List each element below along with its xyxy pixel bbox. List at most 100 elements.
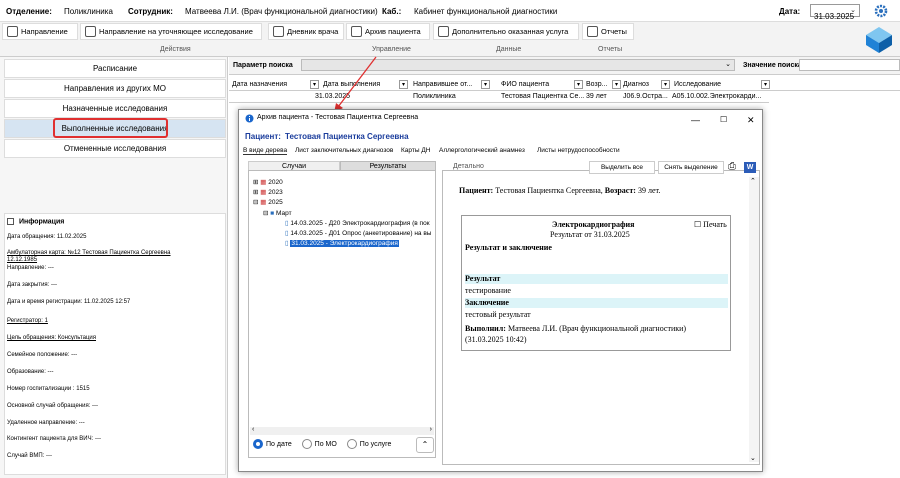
- search-value-input[interactable]: [799, 59, 900, 71]
- printer-icon[interactable]: ⎙: [728, 161, 736, 172]
- tree-node-record-selected[interactable]: ▯ 31.03.2025 - Электрокардиография: [285, 239, 399, 247]
- tab-allergy[interactable]: Аллергологический анамнез: [439, 147, 525, 154]
- col-patient-name[interactable]: ФИО пациента: [501, 81, 549, 88]
- cell-dept: Поликлиника: [413, 93, 456, 100]
- tree-node-record[interactable]: ▯ 14.03.2025 - Д20 Электрокардиография (…: [285, 219, 430, 227]
- cell-diagnosis: J06.9.Остра...: [623, 93, 668, 100]
- dialog-patient-label: Пациент:: [245, 132, 281, 141]
- clarifying-referral-button[interactable]: Направление на уточняющее исследование: [80, 23, 262, 40]
- patient-archive-button[interactable]: Архив пациента: [346, 23, 430, 40]
- archive-icon: [351, 26, 362, 37]
- tab-dn-cards[interactable]: Карты ДН: [401, 147, 430, 154]
- maximize-icon[interactable]: ☐: [720, 115, 727, 124]
- tab-final-diagnoses[interactable]: Лист заключительных диагнозов: [295, 147, 393, 154]
- horizontal-scrollbar[interactable]: ‹ ›: [250, 426, 434, 435]
- doc-section-title: Результат и заключение: [465, 243, 552, 252]
- dialog-patient-name: Тестовая Пациентка Сергеевна: [285, 132, 409, 141]
- report-icon: [587, 26, 598, 37]
- chevron-up-icon[interactable]: ⌃: [750, 177, 756, 185]
- col-assigned-date[interactable]: Дата назначения: [232, 81, 287, 88]
- department-label: Отделение:: [6, 7, 52, 16]
- tree-node-record[interactable]: ▯ 14.03.2025 - Д01 Опрос (анкетирование)…: [285, 229, 431, 237]
- calendar-icon: ▦: [260, 199, 267, 206]
- doctor-diary-button[interactable]: Дневник врача: [268, 23, 344, 40]
- schedule-button[interactable]: Расписание: [4, 59, 226, 78]
- document-icon: ▯: [285, 220, 289, 227]
- select-all-button[interactable]: Выделить все: [589, 161, 655, 174]
- filter-dropdown-icon[interactable]: ▾: [761, 80, 770, 89]
- collapse-button[interactable]: ⌃: [416, 437, 434, 453]
- tree-node-year[interactable]: ⊞ ▦ 2020: [253, 178, 283, 186]
- filter-dropdown-icon[interactable]: ▾: [661, 80, 670, 89]
- word-export-icon[interactable]: W: [744, 162, 756, 173]
- info-line: Дата закрытия: ---: [7, 282, 57, 288]
- reports-button[interactable]: Отчеты: [582, 23, 634, 40]
- doc-result-label: Результат: [465, 274, 501, 283]
- tree-node-year[interactable]: ⊞ ▦ 2023: [253, 188, 283, 196]
- info-line: Дата и время регистрации: 11.02.2025 12:…: [7, 299, 131, 305]
- diary-icon: [273, 26, 284, 37]
- referral-icon: [7, 26, 18, 37]
- annotation-arrow: [334, 56, 377, 113]
- radio-by-date[interactable]: По дате: [253, 439, 292, 449]
- info-line: Семейное положение: ---: [7, 352, 78, 358]
- grid-icon: [438, 26, 449, 37]
- referral-button[interactable]: Направление: [2, 23, 78, 40]
- tab-tree[interactable]: В виде дерева: [243, 147, 288, 155]
- info-line-purpose[interactable]: Цель обращения: Консультация: [7, 335, 96, 341]
- col-age[interactable]: Возр...: [586, 81, 607, 88]
- tree-node-year[interactable]: ⊟ ▦ 2025: [253, 198, 283, 206]
- date-value: 31.03.2025: [814, 12, 855, 21]
- tree-node-month[interactable]: ⊟ ■ Март: [263, 209, 292, 217]
- filter-dropdown-icon[interactable]: ▾: [481, 80, 490, 89]
- result-viewer: Детально Выделить все Снять выделение ⎙ …: [442, 161, 760, 465]
- employee-label: Сотрудник:: [128, 7, 173, 16]
- date-field[interactable]: 31.03.2025 ⌄: [810, 4, 860, 21]
- info-line: Основной случай обращения: ---: [7, 403, 99, 409]
- date-label: Дата:: [779, 7, 801, 16]
- app-logo-icon: [866, 27, 892, 53]
- table-row[interactable]: 31.03.2025 Поликлиника Тестовая Пациентк…: [229, 91, 769, 103]
- filter-dropdown-icon[interactable]: ▾: [310, 80, 319, 89]
- radio-by-mo[interactable]: По МО: [301, 439, 337, 449]
- minimize-icon[interactable]: —: [691, 115, 700, 125]
- chevron-down-icon[interactable]: ⌄: [750, 454, 756, 462]
- document-icon: ▯: [285, 230, 289, 237]
- cell-study: A05.10.002.Электрокарди...: [672, 93, 762, 100]
- cabinet-label: Каб.:: [382, 7, 402, 16]
- print-checkbox[interactable]: ☐ Печать: [694, 220, 727, 229]
- menu-item-cancelled-studies[interactable]: Отмененные исследования: [4, 139, 226, 158]
- menu-item-assigned-studies[interactable]: Назначенные исследования: [4, 99, 226, 118]
- info-line-card[interactable]: Амбулаторная карта: №12 Тестовая Пациент…: [7, 250, 171, 256]
- info-line-registrar[interactable]: Регистратор: 1: [7, 318, 48, 324]
- gear-icon[interactable]: [874, 4, 888, 18]
- detail-label: Детально: [453, 163, 484, 170]
- radio-by-service[interactable]: По услуге: [346, 439, 391, 449]
- additional-service-button[interactable]: Дополнительно оказанная услуга: [433, 23, 579, 40]
- info-icon: [7, 218, 14, 225]
- viewer-patient-line: Пациент: Тестовая Пациентка Сергеевна, В…: [459, 186, 661, 195]
- document-icon: ▯: [285, 240, 289, 247]
- info-line-birthdate[interactable]: 12.12.1985: [7, 257, 37, 263]
- doc-performed-date: (31.03.2025 10:42): [465, 335, 527, 344]
- filter-dropdown-icon[interactable]: ▾: [612, 80, 621, 89]
- close-icon[interactable]: ✕: [747, 115, 755, 126]
- col-diagnosis[interactable]: Диагноз: [623, 81, 649, 88]
- chevron-right-icon[interactable]: ›: [430, 426, 432, 433]
- result-document: Электрокардиография ☐ Печать Результат о…: [461, 215, 731, 351]
- col-referring-dept[interactable]: Направившее от...: [413, 81, 472, 88]
- chevron-down-icon: ⌄: [850, 7, 856, 14]
- tab-sick-leave[interactable]: Листы нетрудоспособности: [537, 147, 620, 154]
- info-line: Номер госпитализации : 1515: [7, 386, 90, 392]
- menu-item-other-mo-referrals[interactable]: Направления из других МО: [4, 79, 226, 98]
- doc-result-value: тестирование: [465, 286, 511, 295]
- doc-title: Электрокардиография: [552, 220, 635, 229]
- col-study[interactable]: Исследование: [674, 81, 721, 88]
- filter-dropdown-icon[interactable]: ▾: [399, 80, 408, 89]
- patient-archive-dialog: Архив пациента - Тестовая Пациентка Серг…: [238, 109, 763, 472]
- deselect-button[interactable]: Снять выделение: [658, 161, 724, 174]
- vertical-scrollbar[interactable]: ⌃ ⌄: [749, 177, 759, 462]
- chevron-left-icon[interactable]: ‹: [252, 426, 254, 433]
- filter-dropdown-icon[interactable]: ▾: [574, 80, 583, 89]
- group-reports-label: Отчеты: [598, 46, 623, 53]
